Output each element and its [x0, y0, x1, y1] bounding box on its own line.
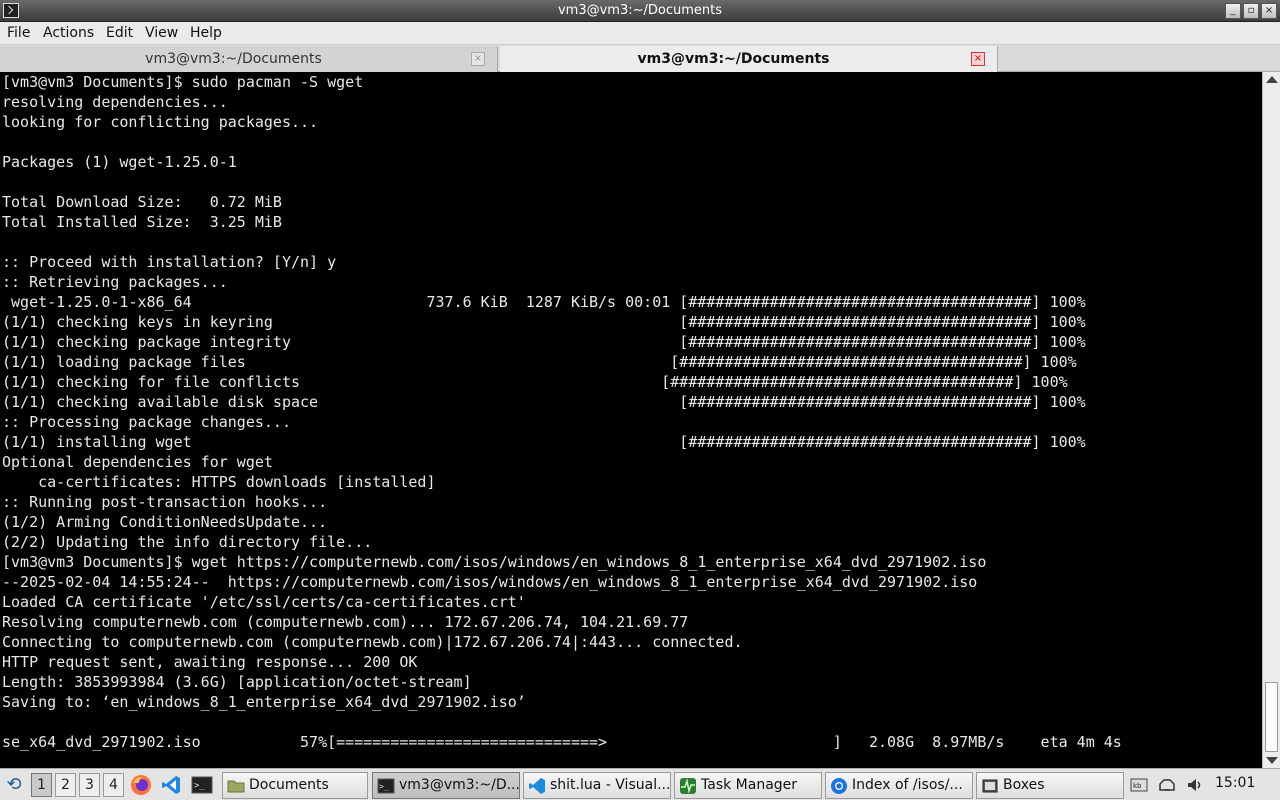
scroll-thumb[interactable]: [1265, 682, 1278, 752]
workspace-2[interactable]: 2: [55, 773, 76, 797]
close-button[interactable]: ×: [1261, 3, 1277, 19]
terminal-launcher-icon[interactable]: >_: [191, 774, 213, 796]
maximize-button[interactable]: ▫: [1243, 3, 1259, 19]
tab-close-icon[interactable]: ×: [471, 52, 485, 66]
task-vscode[interactable]: shit.lua - Visual...: [523, 772, 671, 799]
terminal-line: Connecting to computernewb.com (computer…: [2, 633, 743, 651]
terminal-line: wget-1.25.0-1-x86_64 737.6 KiB 1287 KiB/…: [2, 293, 1086, 311]
terminal-icon: >_: [377, 778, 395, 794]
menu-file[interactable]: File: [7, 25, 30, 41]
terminal-line: (1/1) loading package files [###########…: [2, 353, 1077, 371]
terminal-line: :: Proceed with installation? [Y/n] y: [2, 253, 337, 271]
workspace-1[interactable]: 1: [31, 773, 52, 797]
terminal-line: --2025-02-04 14:55:24-- https://computer…: [2, 573, 978, 591]
terminal-line: :: Running post-transaction hooks...: [2, 493, 328, 511]
tab-close-icon[interactable]: ×: [971, 52, 985, 66]
terminal-scrollbar[interactable]: [1262, 72, 1280, 768]
task-browser[interactable]: Index of /isos/...: [825, 772, 973, 799]
terminal-line: (1/1) checking available disk space [###…: [2, 393, 1086, 411]
terminal-line: (2/2) Updating the info directory file..…: [2, 533, 373, 551]
tab-2[interactable]: vm3@vm3:~/Documents ×: [500, 46, 998, 72]
task-terminal[interactable]: >_ vm3@vm3:~/D...: [372, 772, 520, 799]
svg-text:>_: >_: [194, 781, 205, 791]
task-manager-icon: [680, 778, 696, 794]
boxes-icon: [982, 779, 998, 793]
terminal-line: ca-certificates: HTTPS downloads [instal…: [2, 473, 436, 491]
svg-text:>_: >_: [379, 782, 389, 791]
tab-label: vm3@vm3:~/Documents: [145, 51, 322, 67]
terminal-line: :: Retrieving packages...: [2, 273, 228, 291]
task-label: vm3@vm3:~/D...: [399, 777, 520, 793]
terminal-output[interactable]: [vm3@vm3 Documents]$ sudo pacman -S wget…: [0, 72, 1262, 768]
minimize-button[interactable]: _: [1225, 3, 1241, 19]
task-label: Boxes: [1003, 777, 1045, 793]
terminal-line: Optional dependencies for wget: [2, 453, 273, 471]
workspace-4[interactable]: 4: [103, 773, 124, 797]
vscode-launcher-icon[interactable]: [160, 774, 182, 796]
folder-icon: [227, 780, 245, 793]
network-icon[interactable]: [1158, 776, 1176, 794]
task-boxes[interactable]: Boxes: [976, 772, 1124, 799]
terminal-line: Resolving computernewb.com (computernewb…: [2, 613, 689, 631]
task-label: shit.lua - Visual...: [550, 777, 671, 793]
menu-help[interactable]: Help: [190, 25, 222, 41]
task-label: Index of /isos/...: [852, 777, 963, 793]
menu-actions[interactable]: Actions: [43, 25, 94, 41]
terminal-line: Length: 3853993984 (3.6G) [application/o…: [2, 673, 472, 691]
scroll-up-icon[interactable]: [1266, 76, 1278, 83]
menu-bar: File Actions Edit View Help: [0, 22, 1280, 45]
workspace-3[interactable]: 3: [79, 773, 100, 797]
task-documents[interactable]: Documents: [222, 772, 368, 799]
terminal-line: resolving dependencies...: [2, 93, 228, 111]
task-task-manager[interactable]: Task Manager: [674, 772, 822, 799]
terminal-line: (1/1) checking package integrity [######…: [2, 333, 1086, 351]
scroll-down-icon[interactable]: [1266, 757, 1278, 764]
tab-1[interactable]: vm3@vm3:~/Documents ×: [0, 46, 498, 72]
menu-edit[interactable]: Edit: [106, 25, 133, 41]
terminal-line: looking for conflicting packages...: [2, 113, 319, 131]
vscode-icon: [529, 778, 545, 794]
terminal-line: Packages (1) wget-1.25.0-1: [2, 153, 237, 171]
menu-view[interactable]: View: [145, 25, 178, 41]
terminal-line: Saving to: ‘en_windows_8_1_enterprise_x6…: [2, 693, 526, 711]
terminal-line: HTTP request sent, awaiting response... …: [2, 653, 418, 671]
volume-icon[interactable]: [1186, 776, 1204, 794]
svg-text:kb: kb: [1133, 782, 1142, 790]
terminal-line: (1/1) checking for file conflicts [#####…: [2, 373, 1068, 391]
window-titlebar[interactable]: vm3@vm3:~/Documents _ ▫ ×: [0, 0, 1280, 22]
firefox-launcher-icon[interactable]: [130, 774, 152, 796]
terminal-line: Total Download Size: 0.72 MiB: [2, 193, 282, 211]
task-label: Documents: [249, 777, 329, 793]
terminal-line: [vm3@vm3 Documents]$ wget https://comput…: [2, 553, 987, 571]
taskbar: ⟲ 1 2 3 4 >_ Documents >_ vm3@vm3:~/D...…: [0, 768, 1280, 800]
clock[interactable]: 15:01: [1215, 775, 1255, 791]
task-label: Task Manager: [701, 777, 798, 793]
terminal-line: (1/1) installing wget [#################…: [2, 433, 1086, 451]
keyboard-icon[interactable]: kb: [1130, 776, 1148, 794]
terminal-line: :: Processing package changes...: [2, 413, 291, 431]
terminal-line: Loaded CA certificate '/etc/ssl/certs/ca…: [2, 593, 526, 611]
terminal-line: [vm3@vm3 Documents]$ sudo pacman -S wget: [2, 73, 364, 91]
terminal-line: Total Installed Size: 3.25 MiB: [2, 213, 282, 231]
tab-label: vm3@vm3:~/Documents: [637, 51, 830, 67]
terminal-line: (1/2) Arming ConditionNeedsUpdate...: [2, 513, 328, 531]
terminal-line: se_x64_dvd_2971902.iso 57%[=============…: [2, 733, 1140, 751]
terminal-line: (1/1) checking keys in keyring [########…: [2, 313, 1086, 331]
window-title: vm3@vm3:~/Documents: [557, 3, 723, 18]
application-menu-icon[interactable]: ⟲: [3, 774, 25, 796]
tab-bar: vm3@vm3:~/Documents × vm3@vm3:~/Document…: [0, 45, 1280, 72]
chromium-icon: [831, 778, 847, 794]
